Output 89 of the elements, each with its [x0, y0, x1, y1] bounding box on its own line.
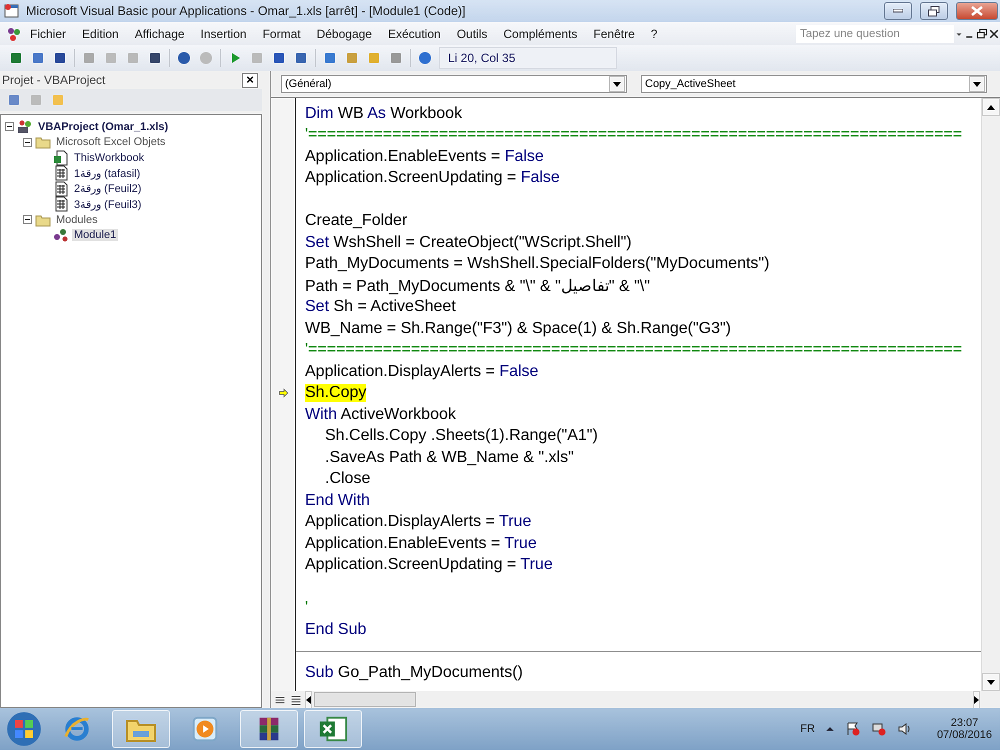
- code-line: Application.DisplayAlerts = False: [305, 362, 538, 381]
- taskbar-button[interactable]: [240, 710, 298, 748]
- flag-icon[interactable]: [844, 721, 861, 737]
- code-line: Sub Go_Path_MyDocuments(): [305, 664, 523, 682]
- code-line: Application.EnableEvents = True: [305, 534, 537, 553]
- menu-item[interactable]: Insertion: [192, 26, 255, 40]
- tree-item[interactable]: ThisWorkbook: [72, 152, 146, 164]
- code-line: Sh.Cells.Copy .Sheets(1).Range("A1"): [325, 427, 598, 446]
- minimize-icon: [893, 9, 903, 13]
- code-line: Path = Path_MyDocuments & "\" & "تفاصيل" & "\": [305, 276, 650, 296]
- tree-item[interactable]: Module1: [72, 229, 118, 242]
- scroll-right-button[interactable]: [973, 690, 980, 708]
- clock-date: 07/08/2016: [936, 729, 992, 741]
- arrow-icon: [278, 387, 290, 400]
- restore-icon: [928, 6, 940, 16]
- sheet-icon: [53, 165, 69, 182]
- code-line: .SaveAs Path & WB_Name & ".xls": [325, 448, 574, 467]
- code-line: Set WshShell = CreateObject("WScript.Shell"): [305, 234, 632, 252]
- code-line: Set Sh = ActiveSheet: [305, 298, 456, 316]
- code-line: WB_Name = Sh.Range("F3") & Space(1) & Sh.Range("G3"): [305, 320, 732, 338]
- taskbar-button[interactable]: [304, 710, 362, 748]
- code-line: '======================================================================: [305, 126, 962, 144]
- code-line: End With: [305, 492, 370, 510]
- code-line: Application.ScreenUpdating = False: [305, 169, 560, 188]
- scroll-left-button[interactable]: [305, 690, 312, 708]
- code-line: .Close: [325, 470, 370, 488]
- scroll-down-button[interactable]: [982, 673, 1000, 691]
- menu-item[interactable]: Exécution: [380, 26, 449, 40]
- tree-item[interactable]: Modules: [54, 214, 100, 226]
- left-arrow-icon: [306, 696, 311, 704]
- menu-item[interactable]: Outils: [448, 26, 496, 40]
- tree-item[interactable]: ورقة1 (tafasil): [72, 166, 142, 180]
- language-indicator[interactable]: FR: [800, 723, 815, 735]
- code-line: Create_Folder: [305, 212, 408, 230]
- right-arrow-icon: [974, 696, 979, 704]
- close-icon: [971, 6, 983, 16]
- module-icon: [53, 227, 69, 244]
- code-line: Application.DisplayAlerts = True: [305, 513, 532, 532]
- tree-item[interactable]: ورقة2 (Feuil2): [72, 182, 144, 196]
- dropdown-arrow-icon: [613, 82, 621, 86]
- question-field[interactable]: Tapez une question: [796, 24, 954, 42]
- tree-item[interactable]: ورقة3 (Feuil3): [72, 198, 144, 211]
- up-arrow-icon: [987, 104, 995, 110]
- menu-item[interactable]: Compléments: [495, 26, 586, 40]
- tree-item[interactable]: Microsoft Excel Objets: [54, 136, 168, 148]
- window-title: Microsoft Visual Basic pour Applications - Omar_1.xls [arrêt] - [Module1 (Code)]: [26, 4, 467, 18]
- menu-item[interactable]: Affichage: [126, 26, 193, 40]
- code-editor[interactable]: [271, 98, 981, 691]
- menu-item[interactable]: ?: [642, 26, 666, 40]
- menu-item[interactable]: Fichier: [22, 26, 74, 40]
- code-line: Dim WB As Workbook: [305, 104, 462, 123]
- code-line: Application.EnableEvents = False: [305, 148, 544, 166]
- start-button-icon[interactable]: [6, 711, 42, 747]
- menu-item[interactable]: Edition: [74, 26, 127, 40]
- minimize-button[interactable]: [884, 2, 912, 20]
- restore-button[interactable]: [920, 2, 948, 20]
- scroll-up-button[interactable]: [982, 98, 1000, 116]
- network-icon[interactable]: [870, 721, 887, 737]
- dropdown-arrow-icon: [973, 82, 981, 86]
- scroll-thumb[interactable]: [314, 692, 416, 707]
- collapse-icon[interactable]: [5, 122, 14, 132]
- sheet-icon: [53, 196, 69, 212]
- clock-time: 23:07: [950, 717, 978, 729]
- panel-title: Projet - VBAProject: [2, 73, 106, 87]
- panel-close-button[interactable]: ×: [242, 72, 258, 88]
- close-button[interactable]: [956, 2, 998, 20]
- collapse-icon[interactable]: [23, 138, 32, 147]
- code-line: With ActiveWorkbook: [305, 406, 456, 424]
- workbook-icon: [53, 150, 69, 166]
- procedure-combo[interactable]: Copy_ActiveSheet: [641, 75, 987, 93]
- restore-icon[interactable]: [976, 28, 988, 40]
- code-line: Application.ScreenUpdating = True: [305, 556, 553, 574]
- cursor-position: Li 20, Col 35: [439, 47, 617, 69]
- code-line: End Sub: [305, 620, 366, 639]
- app-icon: [6, 26, 22, 42]
- down-arrow-icon: [987, 680, 995, 684]
- collapse-icon[interactable]: [23, 215, 32, 224]
- object-combo[interactable]: (Général): [281, 75, 627, 93]
- code-line: Path_MyDocuments = WshShell.SpecialFolders("MyDocuments"): [305, 255, 770, 274]
- app-icon: [4, 3, 20, 19]
- sheet-icon: [53, 180, 69, 197]
- code-line: ': [305, 599, 308, 618]
- tree-item[interactable]: VBAProject (Omar_1.xls): [36, 120, 170, 133]
- menu-item[interactable]: Débogage: [308, 26, 380, 40]
- project-icon: [17, 118, 33, 135]
- close-icon[interactable]: [988, 28, 1000, 40]
- menu-item[interactable]: Fenêtre: [585, 26, 643, 40]
- code-line: '======================================================================: [305, 341, 962, 360]
- menu-item[interactable]: Format: [254, 26, 309, 40]
